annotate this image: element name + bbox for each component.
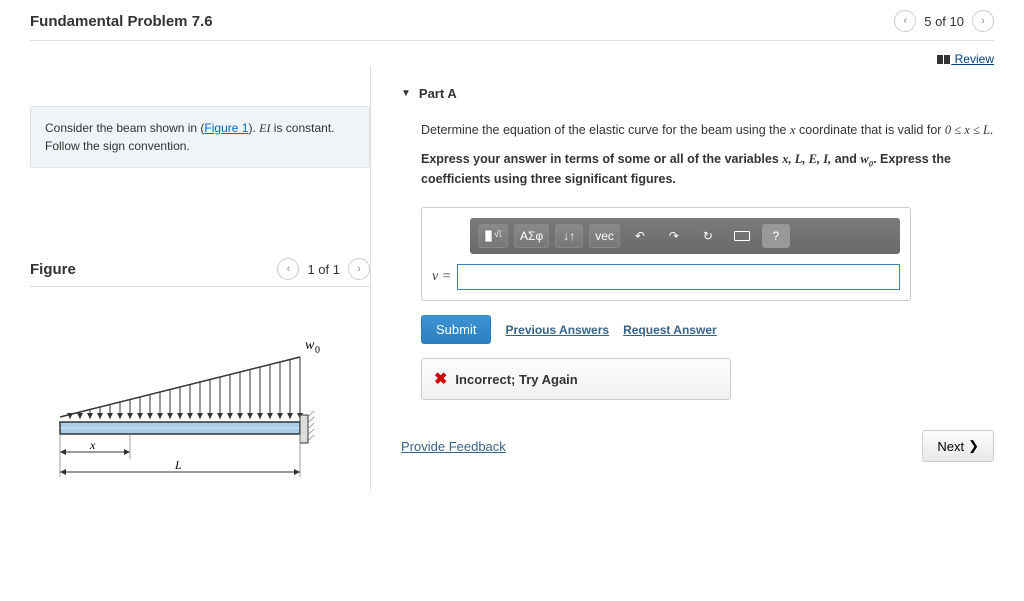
figure-heading: Figure [30, 261, 76, 278]
variable-label: v = [432, 269, 451, 285]
question-text: Determine the equation of the elastic cu… [401, 121, 994, 140]
keyboard-icon [734, 231, 750, 241]
keyboard-button[interactable] [728, 224, 756, 248]
undo-button[interactable]: ↶ [626, 224, 654, 248]
next-problem-button[interactable]: › [972, 10, 994, 32]
figure-position: 1 of 1 [307, 262, 340, 277]
vector-button[interactable]: vec [589, 224, 620, 248]
equation-toolbar: √☐ ΑΣφ ↓↑ vec ↶ ↷ ↻ ? [470, 218, 900, 254]
page-title: Fundamental Problem 7.6 [30, 13, 213, 30]
svg-text:√☐: √☐ [494, 229, 502, 239]
info-text: ). [248, 121, 259, 135]
svg-text:0: 0 [315, 345, 320, 356]
svg-text:L: L [174, 458, 182, 472]
previous-answers-link[interactable]: Previous Answers [505, 323, 609, 337]
submit-button[interactable]: Submit [421, 315, 491, 344]
problem-nav: ‹ 5 of 10 › [894, 10, 994, 32]
info-text: Consider the beam shown in ( [45, 121, 204, 135]
subscript-button[interactable]: ↓↑ [555, 224, 583, 248]
instruction-text: Express your answer in terms of some or … [401, 150, 994, 189]
feedback-box: ✖ Incorrect; Try Again [421, 358, 731, 400]
incorrect-icon: ✖ [434, 369, 447, 389]
next-button[interactable]: Next ❯ [922, 430, 994, 462]
review-icon [937, 55, 943, 64]
beam-figure: w 0 x [30, 337, 370, 490]
review-icon [944, 55, 950, 64]
prev-problem-button[interactable]: ‹ [894, 10, 916, 32]
figure-nav: ‹ 1 of 1 › [277, 258, 370, 280]
next-label: Next [937, 439, 964, 454]
answer-input[interactable] [457, 264, 900, 290]
part-header[interactable]: ▼ Part A [401, 86, 994, 101]
template-picker-button[interactable]: √☐ [478, 224, 508, 248]
svg-text:x: x [89, 438, 96, 452]
svg-text:w: w [305, 338, 315, 353]
reset-button[interactable]: ↻ [694, 224, 722, 248]
review-label: Review [955, 52, 994, 66]
answer-panel: √☐ ΑΣφ ↓↑ vec ↶ ↷ ↻ ? v = [421, 207, 911, 301]
request-answer-link[interactable]: Request Answer [623, 323, 717, 337]
divider [30, 286, 370, 287]
feedback-text: Incorrect; Try Again [455, 372, 577, 387]
collapse-icon: ▼ [401, 88, 411, 99]
part-label: Part A [419, 86, 457, 101]
chevron-right-icon: ❯ [968, 438, 979, 454]
prev-figure-button[interactable]: ‹ [277, 258, 299, 280]
greek-button[interactable]: ΑΣφ [514, 224, 549, 248]
redo-button[interactable]: ↷ [660, 224, 688, 248]
problem-statement: Consider the beam shown in (Figure 1). E… [30, 106, 370, 168]
help-button[interactable]: ? [762, 224, 790, 248]
review-link[interactable]: Review [937, 52, 994, 66]
next-figure-button[interactable]: › [348, 258, 370, 280]
info-ei: EI [259, 121, 270, 135]
figure-link[interactable]: Figure 1 [204, 121, 248, 135]
provide-feedback-link[interactable]: Provide Feedback [401, 439, 506, 454]
problem-position: 5 of 10 [924, 14, 964, 29]
